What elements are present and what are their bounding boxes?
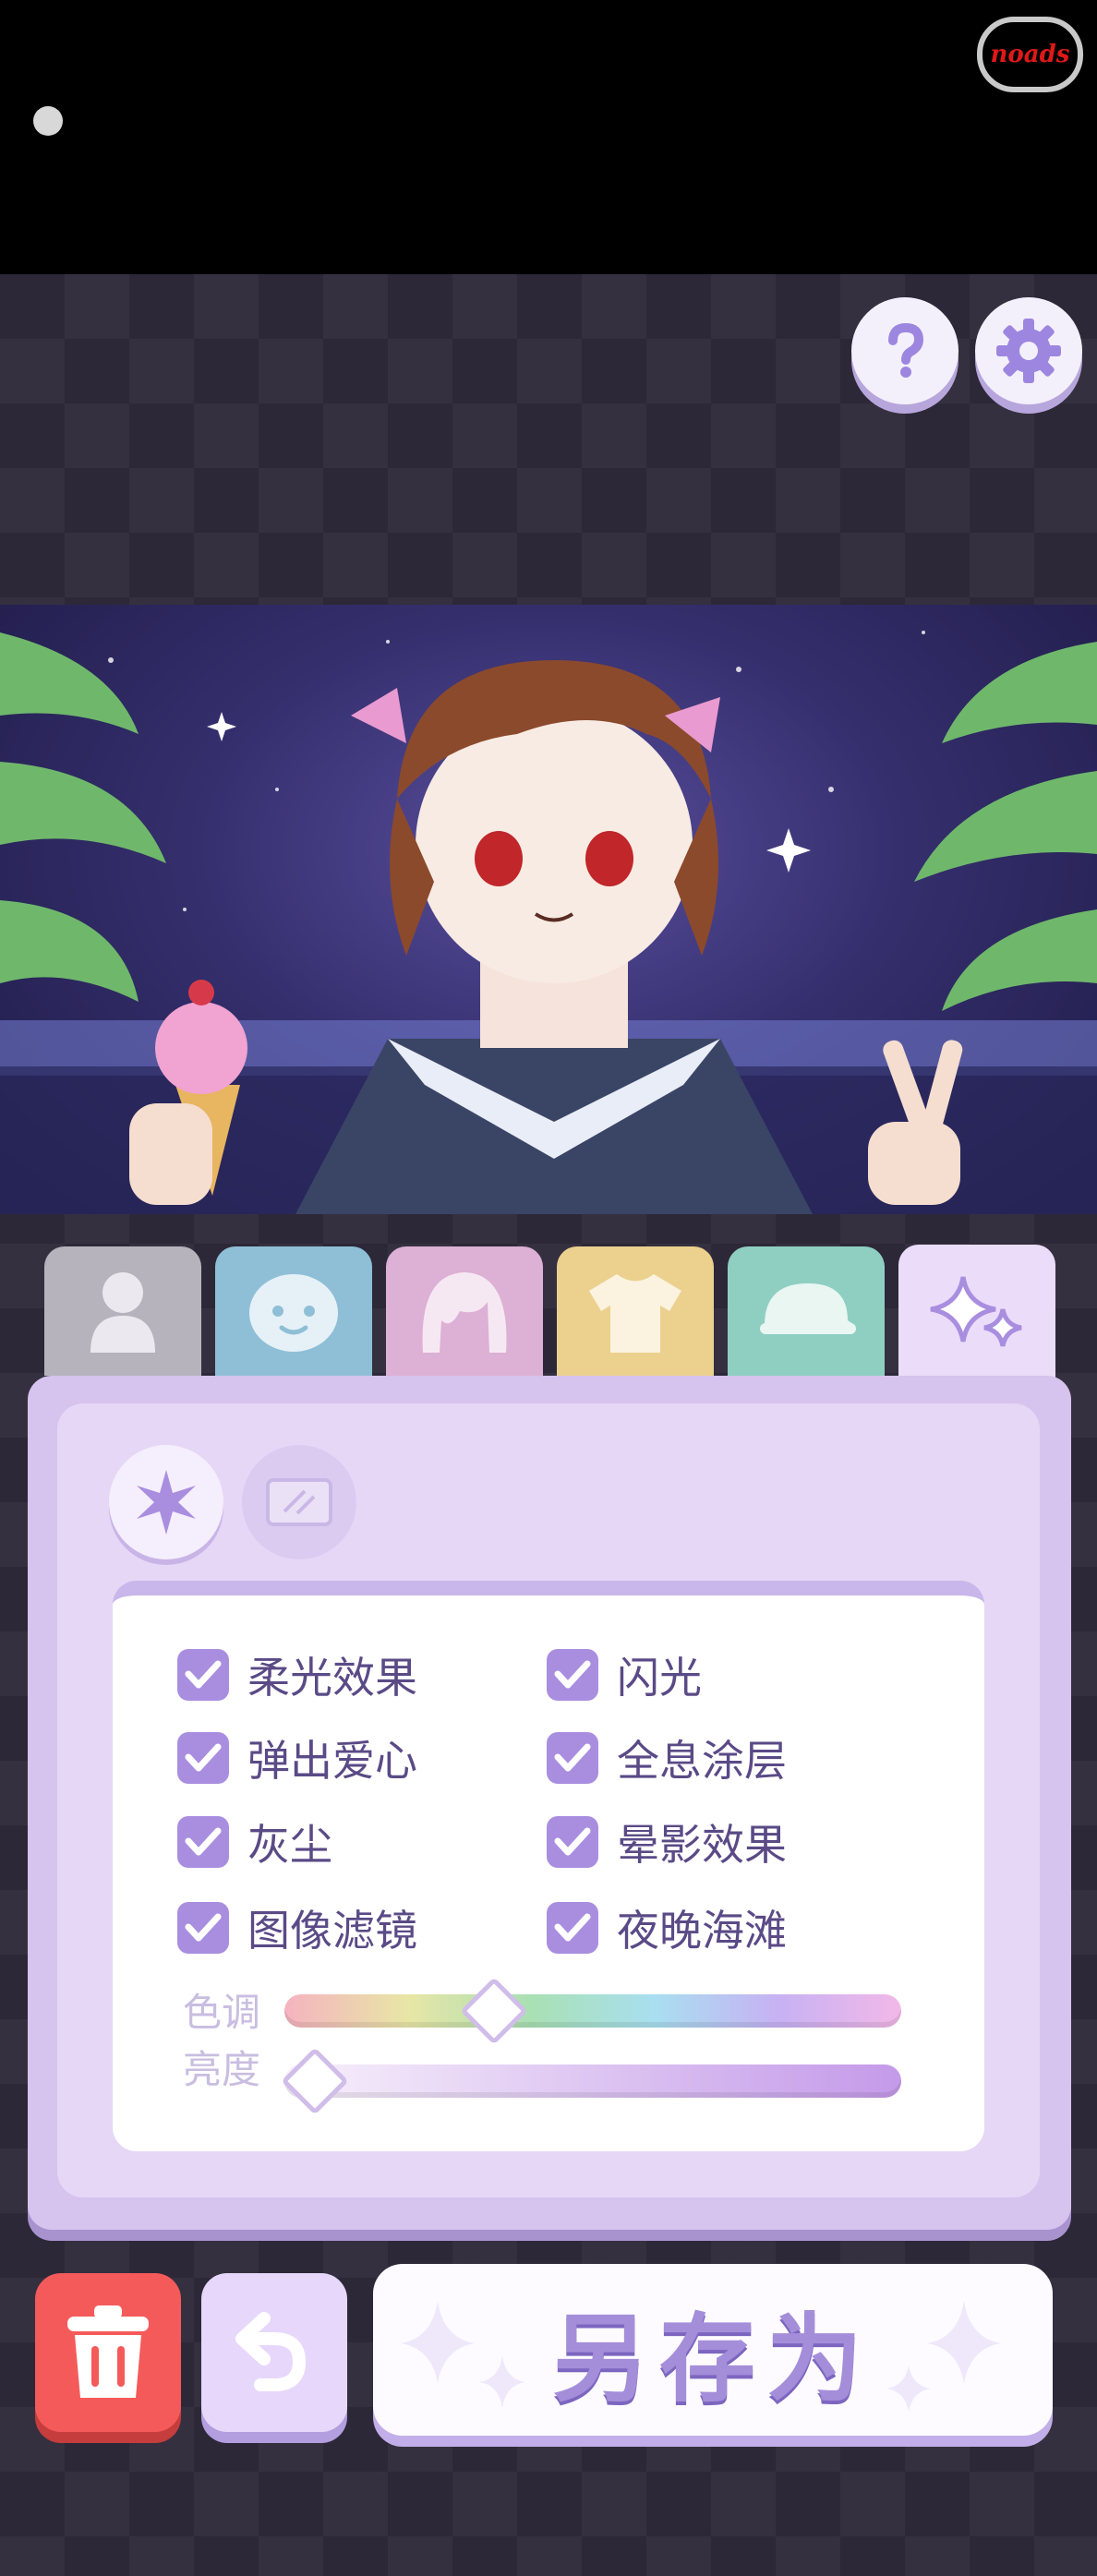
trash-icon bbox=[67, 2305, 149, 2398]
brightness-slider[interactable] bbox=[284, 2064, 901, 2098]
option-flash[interactable]: 闪光 bbox=[547, 1645, 702, 1704]
check-icon bbox=[185, 1827, 222, 1856]
top-bar: noads bbox=[0, 0, 1097, 274]
checkbox-checked[interactable] bbox=[547, 1649, 598, 1701]
option-label: 柔光效果 bbox=[247, 1653, 417, 1703]
hue-slider[interactable] bbox=[284, 1994, 901, 2028]
tab-face[interactable] bbox=[215, 1246, 372, 1376]
shirt-icon bbox=[589, 1274, 681, 1353]
noads-button[interactable]: noads bbox=[977, 17, 1083, 92]
option-dust[interactable]: 灰尘 bbox=[177, 1812, 332, 1872]
sparkles-icon bbox=[930, 1276, 1022, 1347]
undo-button[interactable] bbox=[201, 2273, 347, 2432]
checkbox-checked[interactable] bbox=[177, 1732, 229, 1784]
character-scene-image bbox=[0, 631, 1097, 1214]
status-dot bbox=[33, 106, 63, 136]
tab-body[interactable] bbox=[44, 1246, 201, 1376]
tab-effects[interactable] bbox=[898, 1245, 1055, 1383]
noads-label: noads bbox=[990, 41, 1070, 68]
check-icon bbox=[554, 1913, 591, 1942]
character-preview bbox=[0, 605, 1097, 1214]
tab-hair[interactable] bbox=[386, 1246, 543, 1376]
checkbox-checked[interactable] bbox=[177, 1816, 229, 1868]
check-icon bbox=[185, 1743, 222, 1772]
subtab-sparkle[interactable] bbox=[109, 1445, 223, 1559]
checkbox-checked[interactable] bbox=[177, 1902, 229, 1954]
question-icon bbox=[888, 322, 924, 378]
brightness-label: 亮度 bbox=[183, 2047, 261, 2092]
option-image-filter[interactable]: 图像滤镜 bbox=[177, 1898, 417, 1957]
option-vignette[interactable]: 晕影效果 bbox=[547, 1812, 787, 1872]
tab-clothes[interactable] bbox=[557, 1246, 714, 1376]
sparkle-icon bbox=[137, 1470, 196, 1535]
settings-button[interactable] bbox=[975, 297, 1082, 404]
help-button[interactable] bbox=[851, 297, 958, 404]
hue-label: 色调 bbox=[183, 1990, 261, 2035]
checkbox-checked[interactable] bbox=[547, 1732, 598, 1784]
option-night-beach[interactable]: 夜晚海滩 bbox=[547, 1898, 787, 1957]
checkbox-checked[interactable] bbox=[177, 1649, 229, 1701]
hair-icon bbox=[422, 1272, 507, 1353]
save-as-button[interactable]: 另存为 bbox=[373, 2264, 1053, 2436]
option-label: 弹出爱心 bbox=[247, 1736, 417, 1786]
face-icon bbox=[249, 1274, 338, 1352]
option-label: 夜晚海滩 bbox=[617, 1906, 787, 1956]
frame-icon bbox=[266, 1478, 332, 1526]
option-soft-light[interactable]: 柔光效果 bbox=[177, 1645, 417, 1704]
subtab-frame[interactable] bbox=[242, 1445, 356, 1559]
checkbox-checked[interactable] bbox=[547, 1902, 598, 1954]
check-icon bbox=[554, 1743, 591, 1772]
undo-icon bbox=[235, 2312, 307, 2391]
cap-icon bbox=[760, 1283, 856, 1334]
check-icon bbox=[554, 1827, 591, 1856]
gear-icon bbox=[996, 319, 1061, 383]
checkbox-checked[interactable] bbox=[547, 1816, 598, 1868]
option-label: 全息涂层 bbox=[617, 1736, 787, 1786]
option-label: 晕影效果 bbox=[617, 1820, 787, 1870]
check-icon bbox=[185, 1660, 222, 1689]
save-as-label: 另存为 bbox=[551, 2302, 874, 2415]
option-label: 图像滤镜 bbox=[247, 1906, 417, 1956]
option-label: 闪光 bbox=[617, 1653, 702, 1703]
body-silhouette-icon bbox=[90, 1272, 155, 1353]
option-pop-hearts[interactable]: 弹出爱心 bbox=[177, 1728, 417, 1788]
delete-button[interactable] bbox=[35, 2273, 181, 2432]
check-icon bbox=[185, 1913, 222, 1942]
tab-hat[interactable] bbox=[728, 1246, 885, 1376]
check-icon bbox=[554, 1660, 591, 1689]
option-holographic[interactable]: 全息涂层 bbox=[547, 1728, 787, 1788]
option-label: 灰尘 bbox=[247, 1820, 332, 1870]
